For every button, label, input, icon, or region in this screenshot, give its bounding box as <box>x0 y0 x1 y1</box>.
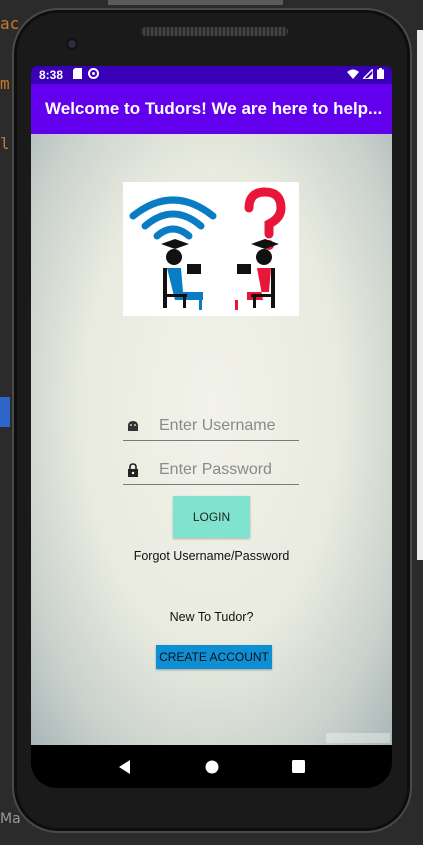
phone-speaker <box>141 27 288 36</box>
login-button[interactable]: LOGIN <box>173 496 250 538</box>
tutor-logo-image <box>123 182 299 316</box>
new-to-tudor-label: New To Tudor? <box>169 610 254 624</box>
home-icon[interactable] <box>202 757 222 777</box>
ide-code-line: l <box>0 134 10 153</box>
lock-icon <box>125 462 141 477</box>
status-bar: 8:38 <box>31 66 392 84</box>
password-field <box>123 455 299 485</box>
signal-icon <box>361 67 374 82</box>
sync-icon <box>88 68 100 82</box>
ide-bottom-label: Ma <box>0 811 21 827</box>
battery-icon <box>377 68 384 82</box>
ide-code-line: m <box>0 74 10 93</box>
back-icon[interactable] <box>115 757 135 777</box>
recents-icon[interactable] <box>289 757 309 777</box>
app-bar-title: Welcome to Tudors! We are here to help..… <box>45 99 383 118</box>
forgot-credentials-link[interactable]: Forgot Username/Password <box>31 549 392 563</box>
app-bar: Welcome to Tudors! We are here to help..… <box>31 84 392 134</box>
phone-screen: 8:38 Welcome to Tudors! We are here to h… <box>31 66 392 788</box>
login-screen: LOGIN Forgot Username/Password New To Tu… <box>31 134 392 745</box>
ide-selection-marker <box>0 397 10 427</box>
background-watermark <box>326 733 390 743</box>
create-account-button[interactable]: CREATE ACCOUNT <box>156 645 272 669</box>
navigation-bar <box>31 745 392 788</box>
ide-right-panel <box>417 30 423 560</box>
username-field <box>123 411 299 441</box>
phone-camera <box>66 38 78 50</box>
username-input[interactable] <box>159 416 299 435</box>
ide-scrollbar[interactable] <box>108 0 283 5</box>
ide-code-line: ac <box>0 14 20 33</box>
password-input[interactable] <box>159 460 299 479</box>
status-time: 8:38 <box>39 68 64 82</box>
sd-card-icon <box>73 68 83 82</box>
android-icon <box>125 420 141 432</box>
wifi-icon <box>347 68 359 82</box>
